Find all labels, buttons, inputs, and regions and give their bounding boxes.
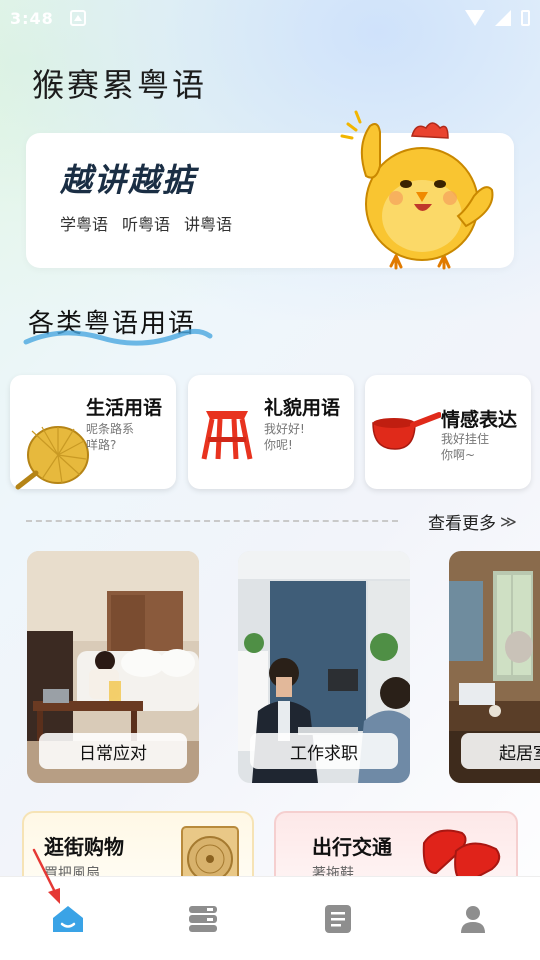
scene-card-home[interactable]: 起居室	[449, 551, 540, 783]
nav-library[interactable]	[173, 889, 233, 949]
wifi-icon	[465, 10, 485, 26]
category-name: 礼貌用语	[264, 397, 341, 419]
home-icon	[52, 905, 83, 932]
category-desc-line2: 你呢!	[264, 438, 293, 452]
category-name: 情感表达	[441, 409, 518, 431]
category-desc: 我好挂住 你啊~	[441, 431, 511, 463]
category-card-emotion[interactable]: 情感表达 我好挂住 你啊~	[365, 375, 531, 489]
banner-subtitles: 学粤语 听粤语 讲粤语	[60, 211, 232, 235]
category-desc-line1: 我好好!	[264, 422, 305, 436]
view-more-label: 查看更多	[428, 513, 496, 534]
banner-sub-speak: 讲粤语	[184, 215, 233, 234]
battery-icon	[521, 10, 530, 26]
books-icon	[188, 905, 217, 932]
annotation-arrow-icon	[32, 848, 60, 904]
banner-sub-listen: 听粤语	[122, 215, 171, 234]
scene-label: 起居室	[461, 733, 540, 769]
red-stool-icon	[201, 411, 253, 460]
more-divider: 查看更多 ≫	[26, 508, 520, 534]
nav-profile[interactable]	[443, 889, 503, 949]
topic-title: 出行交通	[312, 835, 392, 859]
category-name: 生活用语	[86, 397, 163, 419]
scene-label: 工作求职	[250, 733, 398, 769]
nav-notes[interactable]	[308, 889, 368, 949]
chick-mascot-icon	[340, 110, 494, 270]
signal-icon	[495, 10, 511, 26]
category-desc-line2: 你啊~	[441, 448, 476, 462]
dashed-divider	[26, 520, 398, 522]
notification-app-icon	[69, 10, 86, 26]
app-title: 猴赛累粤语	[32, 66, 208, 104]
category-desc-line1: 我好挂住	[441, 432, 490, 446]
status-bar: 3:48	[0, 0, 540, 36]
category-desc: 我好好! 你呢!	[264, 421, 334, 453]
profile-icon	[460, 905, 485, 933]
category-card-daily[interactable]: 生活用语 呢条路系 咩路?	[10, 375, 176, 490]
red-ladle-icon	[372, 412, 441, 450]
double-chevron-right-icon: ≫	[500, 511, 517, 531]
category-desc: 呢条路系 咩路?	[86, 421, 156, 453]
scene-card-daily[interactable]: 日常应对	[27, 551, 199, 783]
category-card-courtesy[interactable]: 礼貌用语 我好好! 你呢!	[188, 375, 354, 489]
category-desc-line2: 咩路?	[86, 438, 117, 452]
category-desc-line1: 呢条路系	[86, 422, 135, 436]
hand-fan-icon	[15, 426, 89, 490]
status-time: 3:48	[10, 8, 54, 28]
view-more-link[interactable]: 查看更多 ≫	[428, 509, 517, 534]
bottom-nav	[0, 876, 540, 960]
document-icon	[324, 904, 351, 933]
banner-slogan: 越讲越掂	[60, 161, 197, 199]
scene-card-job[interactable]: 工作求职	[238, 551, 410, 783]
scene-label: 日常应对	[39, 733, 187, 769]
banner-sub-learn: 学粤语	[60, 215, 109, 234]
section-underline-wave	[23, 328, 213, 346]
status-icons	[465, 10, 530, 26]
